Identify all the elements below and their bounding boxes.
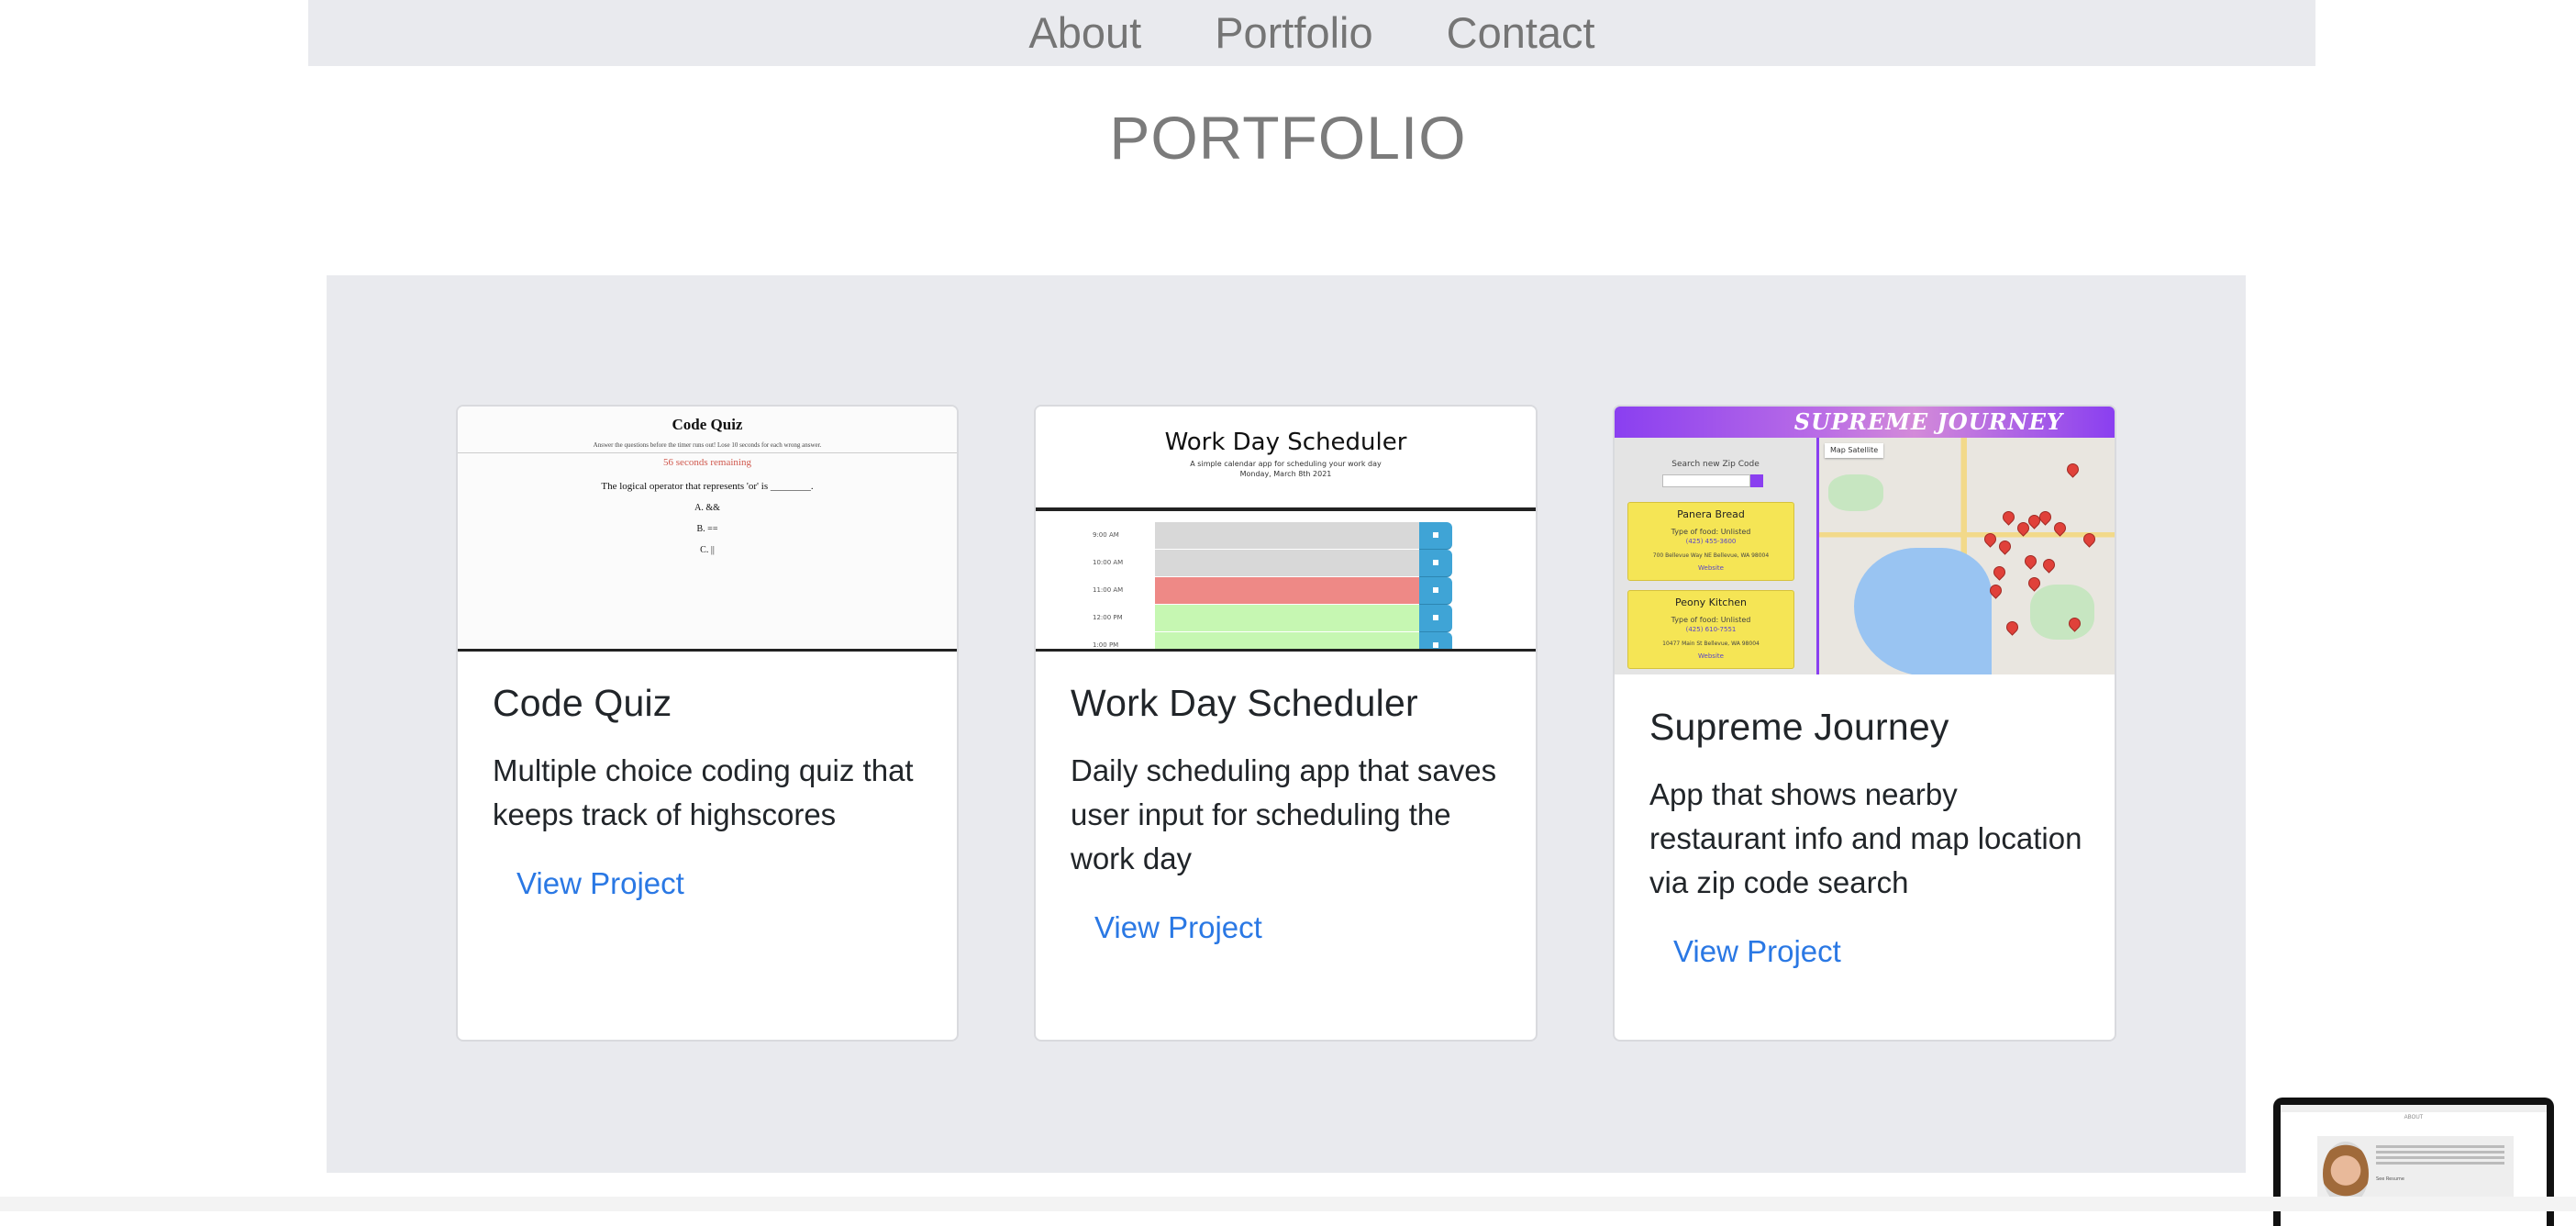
view-project-link[interactable]: View Project — [516, 866, 684, 901]
thumb-option: C. || — [700, 545, 715, 555]
thumb-option: B. == — [696, 524, 718, 534]
thumb-banner: SUPREME JOURNEY — [1615, 407, 2115, 438]
page-title: PORTFOLIO — [1109, 104, 1467, 172]
map-pin-icon — [2022, 552, 2039, 570]
map-pin-icon — [2000, 508, 2017, 526]
nav-contact[interactable]: Contact — [1447, 0, 1595, 66]
thumb-heading: Code Quiz — [672, 416, 743, 433]
nav-portfolio[interactable]: Portfolio — [1215, 0, 1372, 66]
save-icon — [1419, 605, 1452, 632]
restaurant-name: Panera Bread — [1677, 508, 1745, 520]
restaurant-type: Type of food: Unlisted — [1671, 528, 1751, 536]
restaurant-phone: (425) 610-7551 — [1685, 626, 1737, 633]
thumb-map: Map Satellite — [1819, 438, 2115, 674]
card-description: Daily scheduling app that saves user inp… — [1071, 753, 1497, 875]
time-label: 10:00 AM — [1093, 559, 1124, 566]
divider — [458, 452, 957, 453]
supreme-journey-screenshot[interactable]: SUPREME JOURNEY Search new Zip Code Pane… — [1615, 407, 2115, 674]
thumb-heading: Work Day Scheduler — [1164, 429, 1407, 456]
time-block-row: 9:00 AM — [1036, 522, 1536, 550]
top-nav: About Portfolio Contact — [308, 0, 2315, 66]
card-title: Work Day Scheduler — [1071, 682, 1418, 724]
restaurant-address: 10477 Main St Bellevue, WA 98004 — [1662, 641, 1760, 647]
preview-nav — [2281, 1105, 2547, 1112]
preview-link: See Resume — [2376, 1176, 2404, 1182]
thumb-sidebar: Search new Zip Code Panera Bread Type of… — [1615, 438, 1819, 674]
map-pin-icon — [2051, 519, 2069, 537]
save-icon — [1419, 577, 1452, 605]
time-block-row: 12:00 PM — [1036, 605, 1536, 632]
thumb-date: Monday, March 8th 2021 — [1239, 470, 1332, 478]
restaurant-website: Website — [1698, 564, 1724, 572]
time-label: 1:00 PM — [1093, 641, 1119, 649]
thumb-subtitle: Answer the questions before the timer ru… — [593, 441, 822, 449]
thumb-search-label: Search new Zip Code — [1671, 460, 1760, 469]
thumb-option: A. && — [694, 503, 720, 513]
time-block-row: 1:00 PM — [1036, 632, 1536, 649]
lake-area — [1854, 548, 1992, 674]
scheduler-screenshot[interactable]: Work Day Scheduler A simple calendar app… — [1036, 407, 1536, 652]
thumb-map-tabs: Map Satellite — [1825, 443, 1884, 458]
preview-title: ABOUT — [2404, 1115, 2424, 1120]
restaurant-name: Peony Kitchen — [1674, 596, 1748, 608]
restaurant-address: 700 Bellevue Way NE Bellevue, WA 98004 — [1652, 552, 1770, 559]
save-icon — [1419, 632, 1452, 649]
thumb-search-input — [1662, 474, 1750, 487]
time-block-future — [1155, 632, 1419, 649]
map-pin-icon — [1982, 530, 1999, 548]
time-label: 11:00 AM — [1093, 586, 1124, 594]
restaurant-type: Type of food: Unlisted — [1671, 616, 1751, 624]
restaurant-phone: (425) 455-3600 — [1685, 538, 1737, 545]
project-card-work-day-scheduler: Work Day Scheduler A simple calendar app… — [1034, 405, 1538, 1042]
map-pin-icon — [2064, 461, 2082, 478]
project-card-code-quiz: Code Quiz Answer the questions before th… — [456, 405, 959, 1042]
code-quiz-screenshot[interactable]: Code Quiz Answer the questions before th… — [458, 407, 957, 652]
card-description: Multiple choice coding quiz that keeps t… — [493, 753, 914, 831]
thumb-subtitle: A simple calendar app for scheduling you… — [1190, 460, 1382, 468]
time-block-present — [1155, 577, 1419, 605]
nav-about[interactable]: About — [1028, 0, 1141, 66]
time-label: 12:00 PM — [1093, 614, 1123, 621]
card-title: Supreme Journey — [1649, 706, 1949, 748]
map-pin-icon — [1991, 563, 2008, 581]
card-body: Supreme Journey App that shows nearby re… — [1649, 706, 2087, 969]
time-block-future — [1155, 605, 1419, 632]
card-title: Code Quiz — [493, 682, 672, 724]
thumb-timer: 56 seconds remaining — [663, 457, 751, 468]
search-icon — [1750, 474, 1763, 487]
card-description: App that shows nearby restaurant info an… — [1649, 777, 2082, 899]
preview-text — [2376, 1145, 2504, 1148]
thumb-question: The logical operator that represents 'or… — [601, 481, 814, 492]
time-block-row: 11:00 AM — [1036, 577, 1536, 605]
card-body: Code Quiz Multiple choice coding quiz th… — [493, 682, 929, 901]
card-body: Work Day Scheduler Daily scheduling app … — [1071, 682, 1508, 945]
save-icon — [1419, 522, 1452, 550]
map-pin-icon — [1996, 538, 2014, 555]
time-label: 9:00 AM — [1093, 531, 1119, 539]
map-pin-icon — [2040, 556, 2058, 574]
window-bottom-frame — [0, 1197, 2576, 1211]
divider — [1036, 507, 1536, 511]
restaurant-card: Peony Kitchen Type of food: Unlisted (42… — [1627, 590, 1794, 669]
portfolio-section: Code Quiz Answer the questions before th… — [327, 275, 2246, 1173]
park-area — [2030, 585, 2094, 640]
restaurant-website: Website — [1698, 652, 1724, 660]
view-project-link[interactable]: View Project — [1094, 910, 1262, 945]
time-block-past — [1155, 550, 1419, 577]
park-area — [1828, 474, 1883, 511]
save-icon — [1419, 550, 1452, 577]
view-project-link[interactable]: View Project — [1673, 934, 1841, 969]
time-block-row: 10:00 AM — [1036, 550, 1536, 577]
restaurant-card: Panera Bread Type of food: Unlisted (425… — [1627, 502, 1794, 581]
map-pin-icon — [2004, 619, 2021, 636]
map-pin-icon — [2081, 530, 2098, 548]
project-card-supreme-journey: SUPREME JOURNEY Search new Zip Code Pane… — [1613, 405, 2116, 1042]
time-block-past — [1155, 522, 1419, 550]
